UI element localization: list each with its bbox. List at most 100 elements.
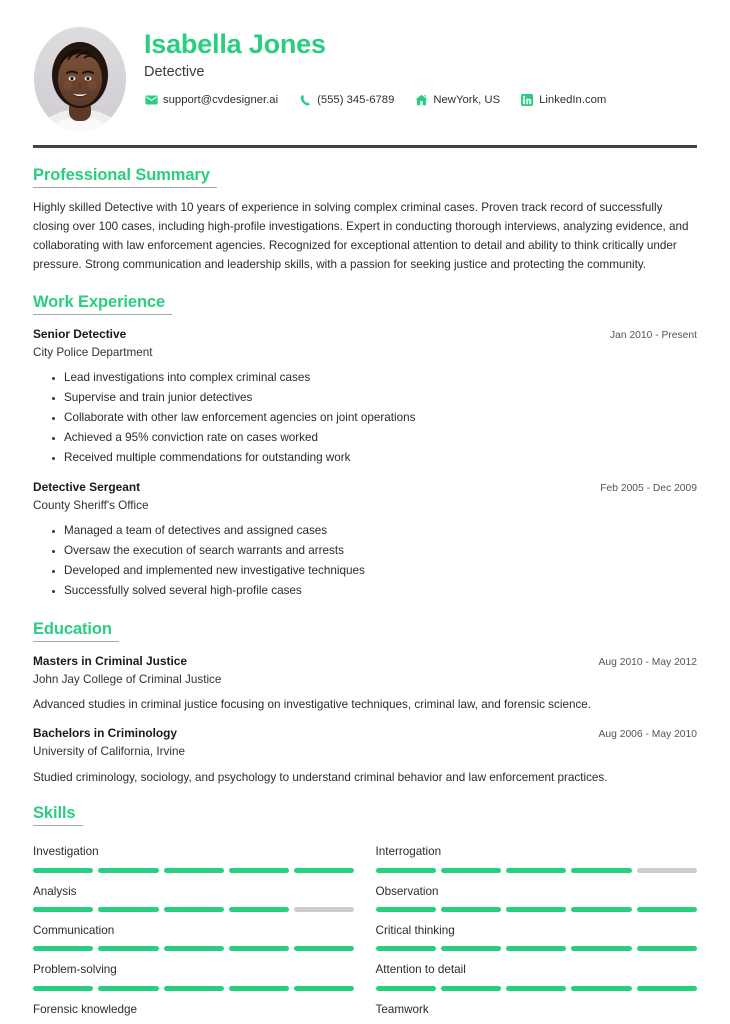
- skill-item: Problem-solving: [33, 953, 355, 992]
- skill-rating-bar: [33, 867, 355, 873]
- skill-rating-segment: [228, 985, 290, 991]
- contact-row: support@cvdesigner.ai (555) 345-6789 New…: [144, 94, 697, 107]
- header-info: Isabella Jones Detective support@cvdesig…: [144, 24, 697, 107]
- list-item: Managed a team of detectives and assigne…: [52, 521, 697, 541]
- education-school: University of California, Irvine: [33, 744, 185, 758]
- avatar: [33, 24, 126, 134]
- list-item: Oversaw the execution of search warrants…: [52, 541, 697, 561]
- skill-item: Communication: [33, 914, 355, 953]
- contact-location[interactable]: NewYork, US: [414, 94, 500, 107]
- skill-rating-segment: [294, 985, 355, 991]
- section-skills: Skills Investigation Interrogation Analysi…: [33, 804, 697, 1024]
- section-heading-education: Education: [33, 620, 119, 642]
- job-title: Detective: [144, 64, 205, 81]
- skill-rating-bar: [375, 985, 698, 991]
- skill-rating-segment: [98, 867, 159, 873]
- section-title-text: Skills: [33, 804, 76, 823]
- skill-rating-segment: [440, 867, 502, 873]
- section-heading-skills: Skills: [33, 804, 83, 827]
- list-item: Supervise and train junior detectives: [52, 388, 697, 408]
- list-item: Successfully solved several high-profile…: [52, 581, 697, 601]
- skill-rating-segment: [98, 985, 159, 991]
- work-bullets: Lead investigations into complex crimina…: [33, 368, 697, 469]
- skill-name: Critical thinking: [375, 924, 455, 938]
- phone-icon: [298, 94, 312, 107]
- skill-rating-segment: [228, 867, 290, 873]
- contact-phone[interactable]: (555) 345-6789: [298, 94, 394, 107]
- skill-rating-segment: [375, 985, 436, 991]
- work-org: County Sheriff's Office: [33, 499, 149, 513]
- skill-rating-segment: [33, 946, 94, 952]
- skill-rating-bar: [33, 985, 355, 991]
- skill-rating-segment: [506, 985, 567, 991]
- skill-item: Attention to detail: [375, 953, 698, 992]
- contact-phone-label: (555) 345-6789: [317, 94, 395, 107]
- education-date: Aug 2010 - May 2012: [598, 656, 697, 668]
- list-item: Collaborate with other law enforcement a…: [52, 408, 697, 428]
- skill-rating-segment: [375, 946, 436, 952]
- skill-rating-segment: [440, 907, 502, 913]
- skill-rating-segment: [163, 946, 224, 952]
- list-item: Lead investigations into complex crimina…: [52, 368, 697, 388]
- skill-rating-segment: [33, 907, 94, 913]
- skill-rating-segment: [98, 946, 159, 952]
- contact-linkedin[interactable]: LinkedIn.com: [520, 94, 606, 107]
- skill-rating-segment: [636, 867, 697, 873]
- work-bullets: Managed a team of detectives and assigne…: [33, 521, 697, 602]
- skill-name: Analysis: [33, 884, 77, 898]
- skill-rating-segment: [228, 907, 290, 913]
- skill-rating-segment: [294, 907, 355, 913]
- skill-rating-segment: [571, 867, 632, 873]
- education-entry-head: Masters in Criminal Justice Aug 2010 - M…: [33, 653, 697, 670]
- skill-item: Investigation: [33, 835, 355, 874]
- skill-rating-segment: [375, 867, 436, 873]
- education-description: Studied criminology, sociology, and psyc…: [33, 770, 608, 784]
- section-heading-work: Work Experience: [33, 292, 173, 316]
- skill-rating-segment: [98, 907, 159, 913]
- work-entry-head: Detective Sergeant Feb 2005 - Dec 2009: [33, 479, 697, 496]
- skill-rating-segment: [163, 907, 224, 913]
- work-date: Feb 2005 - Dec 2009: [600, 483, 697, 495]
- list-item: Achieved a 95% conviction rate on cases …: [52, 428, 697, 448]
- education-date: Aug 2006 - May 2010: [598, 728, 697, 740]
- skill-name: Teamwork: [375, 1002, 429, 1016]
- section-title-text: Work Experience: [33, 292, 166, 311]
- education-degree: Masters in Criminal Justice: [33, 653, 187, 668]
- section-work-experience: Work Experience Senior Detective Jan 201…: [33, 293, 697, 602]
- skill-rating-segment: [33, 985, 94, 991]
- skill-name: Problem-solving: [33, 963, 117, 977]
- skill-rating-segment: [228, 946, 290, 952]
- work-date: Jan 2010 - Present: [609, 330, 697, 342]
- section-title-text: Professional Summary: [33, 166, 210, 184]
- skill-item: Analysis: [33, 875, 355, 914]
- skill-rating-bar: [33, 907, 355, 913]
- contact-email[interactable]: support@cvdesigner.ai: [144, 94, 278, 107]
- skill-rating-segment: [571, 985, 632, 991]
- skill-name: Interrogation: [375, 845, 442, 859]
- skill-rating-segment: [33, 867, 94, 873]
- skill-name: Forensic knowledge: [33, 1002, 137, 1016]
- list-item: Developed and implemented new investigat…: [52, 561, 697, 581]
- skill-rating-segment: [440, 946, 502, 952]
- work-entry-head: Senior Detective Jan 2010 - Present: [33, 326, 697, 343]
- work-entry: Senior Detective Jan 2010 - Present City…: [33, 326, 697, 468]
- full-name: Isabella Jones: [144, 29, 326, 59]
- skill-rating-segment: [294, 867, 355, 873]
- contact-linkedin-label: LinkedIn.com: [539, 94, 607, 107]
- education-school: John Jay College of Criminal Justice: [33, 672, 222, 686]
- skill-item: Teamwork: [376, 993, 698, 1024]
- skill-rating-segment: [636, 985, 697, 991]
- linkedin-icon: [520, 94, 534, 107]
- skill-name: Communication: [33, 924, 115, 938]
- skill-rating-segment: [294, 946, 355, 952]
- header-divider: [33, 145, 697, 148]
- skill-rating-segment: [163, 985, 224, 991]
- skill-name: Observation: [375, 884, 439, 898]
- education-degree: Bachelors in Criminology: [33, 725, 178, 740]
- skill-rating-segment: [636, 907, 697, 913]
- skill-item: Observation: [375, 875, 698, 914]
- home-icon: [414, 94, 428, 107]
- skill-item: Critical thinking: [375, 914, 698, 953]
- list-item: Received multiple commendations for outs…: [52, 448, 697, 468]
- skill-rating-segment: [571, 907, 632, 913]
